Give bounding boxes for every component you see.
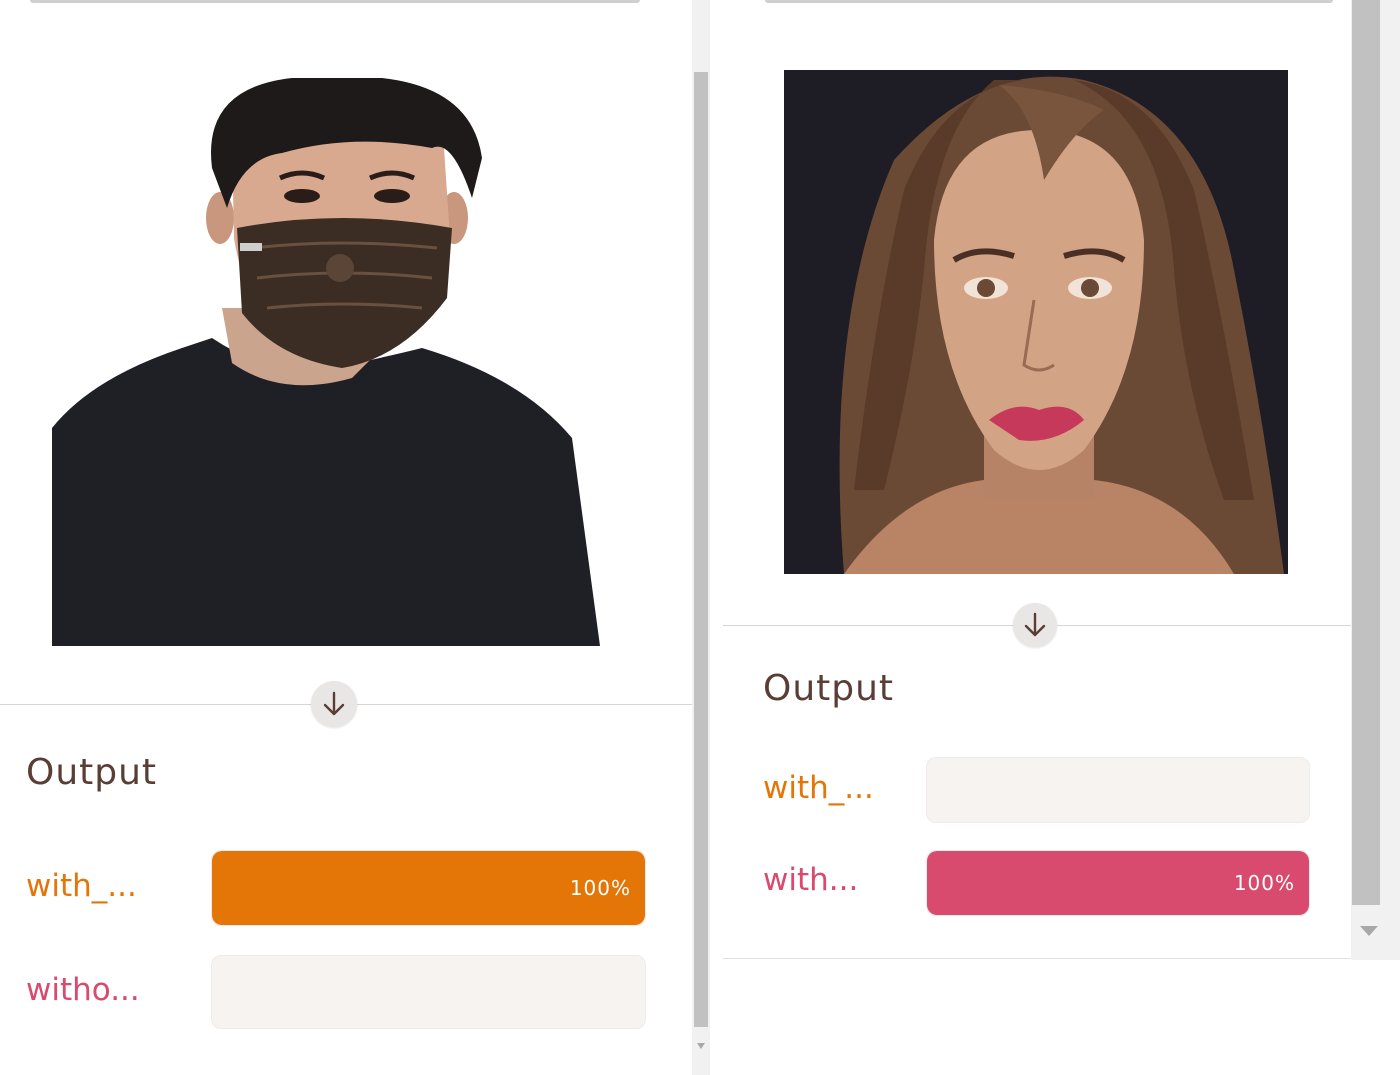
input-image-woman (784, 70, 1288, 574)
right-panel-scrollbar[interactable] (1351, 0, 1400, 960)
output-heading: Output (763, 668, 895, 709)
result-percent: 100% (1233, 871, 1295, 895)
upload-area-edge (765, 0, 1333, 3)
input-image-masked-man (52, 78, 600, 646)
result-label-without-mask: with... (763, 862, 859, 898)
output-heading: Output (26, 752, 158, 793)
result-bar-with-mask (926, 757, 1310, 823)
scrollbar-thumb[interactable] (1352, 0, 1380, 905)
upload-area-edge (30, 0, 640, 3)
left-prediction-card: Output with_... 100% witho... (0, 0, 692, 1075)
result-bar-with-mask: 100% (211, 850, 646, 926)
result-bar-without-mask: 100% (926, 850, 1310, 916)
scroll-down-arrow-icon[interactable] (1360, 926, 1378, 936)
scroll-down-arrow-icon[interactable] (697, 1043, 705, 1049)
scrollbar-thumb[interactable] (694, 72, 708, 1027)
right-prediction-card: Output with_... with... 100% (723, 0, 1351, 959)
arrow-down-icon (1013, 603, 1057, 647)
result-label-without-mask: witho... (26, 972, 140, 1008)
result-percent: 100% (569, 876, 631, 900)
result-bar-without-mask (211, 955, 646, 1029)
result-label-with-mask: with_... (26, 868, 137, 904)
arrow-down-icon (311, 681, 357, 727)
result-label-with-mask: with_... (763, 770, 874, 806)
left-panel-scrollbar[interactable] (692, 0, 710, 1075)
